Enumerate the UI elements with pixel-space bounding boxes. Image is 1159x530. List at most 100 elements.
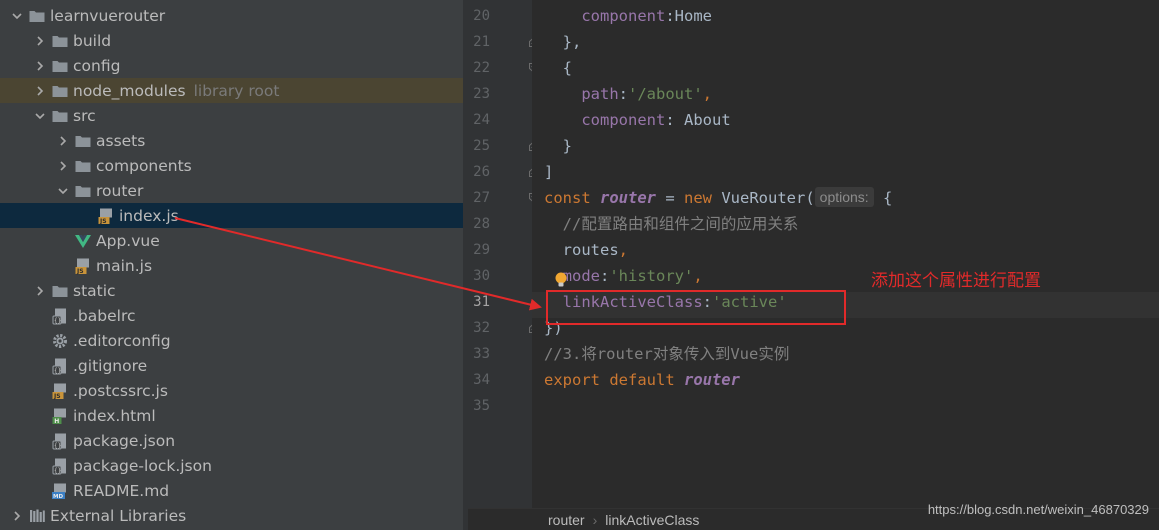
tree-item-components[interactable]: components [0, 153, 463, 178]
tree-item-label: build [73, 31, 112, 50]
tree-item-index-js[interactable]: JS index.js [0, 203, 463, 228]
chevron-right-icon[interactable] [33, 59, 47, 73]
code-token: const [544, 189, 600, 207]
js-file-icon: JS [74, 257, 92, 275]
tree-item-static[interactable]: static [0, 278, 463, 303]
breadcrumb-item[interactable]: router [548, 512, 585, 528]
line-number: 25 [473, 138, 490, 154]
tree-item-main-js[interactable]: JS main.js [0, 253, 463, 278]
svg-text:{}: {} [54, 317, 61, 324]
tree-item-label: main.js [96, 256, 153, 275]
chevron-right-icon[interactable] [56, 134, 70, 148]
chevron-right-icon[interactable] [56, 159, 70, 173]
code-token: , [702, 85, 712, 103]
svg-text:{}: {} [54, 442, 61, 449]
code-token: routes [544, 241, 619, 259]
folder-icon [51, 107, 69, 125]
tree-item-node-modules[interactable]: node_modules library root [0, 78, 463, 103]
tree-item-learnvuerouter[interactable]: learnvuerouter [0, 3, 463, 28]
line-number: 23 [473, 86, 490, 102]
code-token: '/about' [628, 85, 703, 103]
tree-item-label: index.html [73, 406, 156, 425]
code-line[interactable]: { [544, 55, 572, 81]
chevron-right-icon[interactable] [10, 509, 24, 523]
code-editor[interactable]: component:Home }, { path:'/about', compo… [532, 0, 1159, 508]
code-token: , [693, 267, 703, 285]
tree-item-router[interactable]: router [0, 178, 463, 203]
lightbulb-icon[interactable] [554, 272, 568, 288]
code-line[interactable]: component:Home [544, 3, 712, 29]
html-file-icon: H [51, 407, 69, 425]
js-file-icon: JS [51, 382, 69, 400]
tree-item-src[interactable]: src [0, 103, 463, 128]
svg-text:H: H [54, 418, 59, 425]
tree-item-config[interactable]: config [0, 53, 463, 78]
code-token: : [600, 267, 610, 285]
code-line[interactable]: const router = new VueRouter(options: { [544, 185, 892, 211]
folder-icon [51, 57, 69, 75]
folder-icon [51, 82, 69, 100]
line-number: 33 [473, 346, 490, 362]
tree-item-label: index.js [119, 206, 179, 225]
tree-item-package-lock-json[interactable]: {} package-lock.json [0, 453, 463, 478]
code-token: //3.将router对象传入到Vue实例 [544, 345, 790, 363]
code-token: router [683, 371, 740, 389]
line-number: 29 [473, 242, 490, 258]
project-tree-panel: learnvuerouter build config node_modules lib… [0, 0, 463, 530]
tree-item-app-vue[interactable]: App.vue [0, 228, 463, 253]
config-file-icon: {} [51, 457, 69, 475]
tree-item-index-html[interactable]: Hindex.html [0, 403, 463, 428]
code-line[interactable]: //配置路由和组件之间的应用关系 [544, 211, 799, 237]
library-root-hint: library root [193, 81, 280, 100]
breadcrumb-separator: › [592, 511, 598, 528]
code-line[interactable]: component: About [544, 107, 731, 133]
tree-item-postcssrc-js[interactable]: JS .postcssrc.js [0, 378, 463, 403]
code-token: , [618, 241, 628, 259]
line-number: 30 [473, 268, 490, 284]
code-token: }, [544, 33, 582, 51]
tree-item-readme-md[interactable]: MD README.md [0, 478, 463, 503]
line-number: 31 [473, 294, 490, 310]
code-line[interactable]: } [544, 133, 572, 159]
breadcrumb-item[interactable]: linkActiveClass [605, 512, 699, 528]
code-line[interactable]: ] [544, 159, 553, 185]
tree-item-babelrc[interactable]: {} .babelrc [0, 303, 463, 328]
annotation-highlight-box [546, 290, 846, 325]
vue-icon [74, 232, 92, 250]
markdown-file-icon: MD [51, 482, 69, 500]
code-token: path [581, 85, 619, 103]
code-token: : About [665, 111, 731, 129]
svg-text:JS: JS [53, 393, 61, 400]
line-number: 21 [473, 34, 490, 50]
svg-text:JS: JS [76, 268, 84, 275]
code-line[interactable]: //3.将router对象传入到Vue实例 [544, 341, 789, 367]
tree-item-label: config [73, 56, 121, 75]
code-token: new [684, 189, 722, 207]
code-line[interactable]: export default router [544, 367, 740, 393]
tree-item-assets[interactable]: assets [0, 128, 463, 153]
line-number: 28 [473, 216, 490, 232]
code-token: //配置路由和组件之间的应用关系 [562, 215, 799, 233]
tree-item-label: package.json [73, 431, 176, 450]
code-line[interactable]: path:'/about', [544, 81, 712, 107]
code-line[interactable]: routes, [544, 237, 628, 263]
folder-icon [51, 282, 69, 300]
chevron-right-icon[interactable] [33, 284, 47, 298]
tree-item-label: router [96, 181, 144, 200]
code-token: ] [544, 163, 554, 181]
code-line[interactable]: }, [544, 29, 582, 55]
chevron-down-icon[interactable] [56, 184, 70, 198]
tree-item-external-libraries[interactable]: External Libraries [0, 503, 463, 528]
tree-item-label: README.md [73, 481, 170, 500]
editor-gutter: 20 21 22 23 24 25 26 27 28 29 30 31 32 33 34 35 [468, 0, 539, 508]
chevron-down-icon[interactable] [33, 109, 47, 123]
tree-item-build[interactable]: build [0, 28, 463, 53]
svg-text:MD: MD [53, 494, 63, 500]
tree-item-editorconfig[interactable]: .editorconfig [0, 328, 463, 353]
chevron-down-icon[interactable] [10, 9, 24, 23]
tree-item-gitignore[interactable]: {} .gitignore [0, 353, 463, 378]
chevron-right-icon[interactable] [33, 34, 47, 48]
tree-item-package-json[interactable]: {} package.json [0, 428, 463, 453]
chevron-right-icon[interactable] [33, 84, 47, 98]
